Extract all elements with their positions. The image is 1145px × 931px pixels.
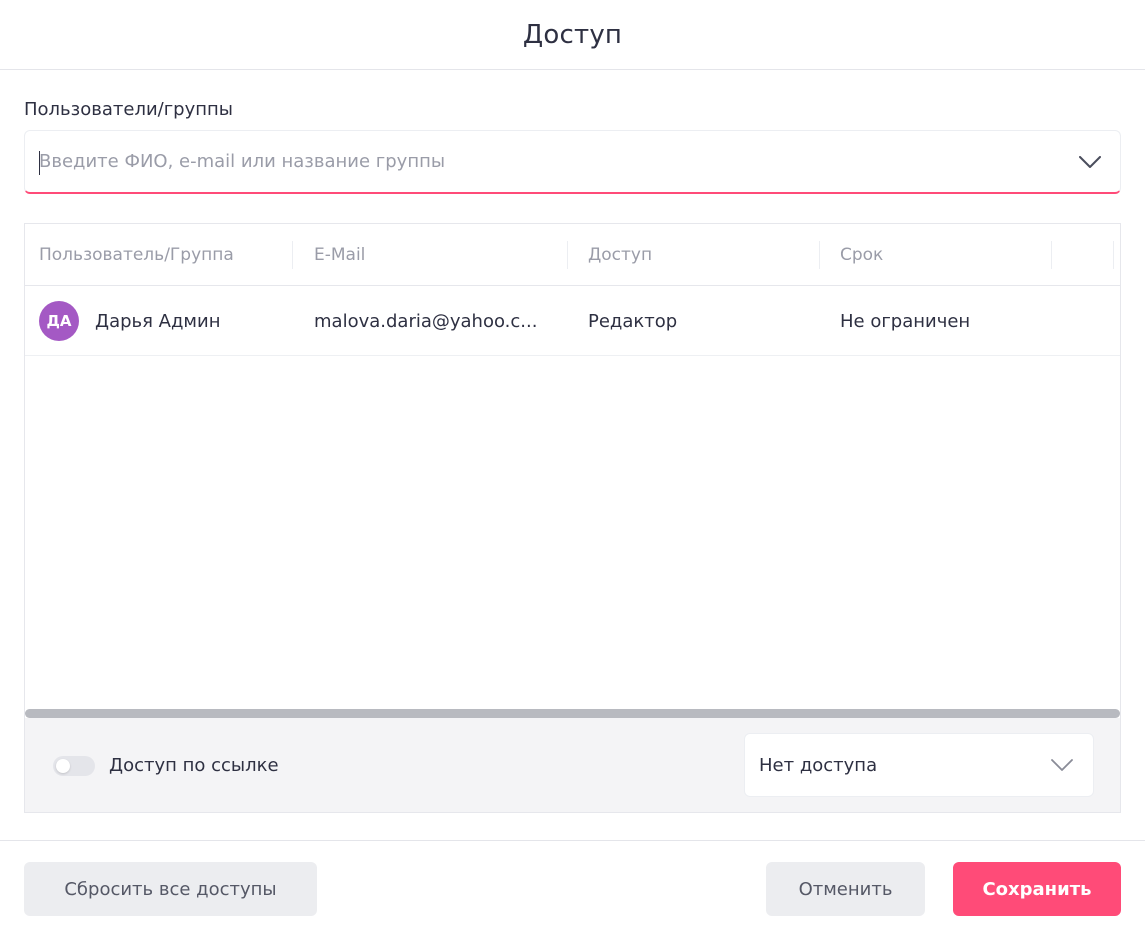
link-access-select[interactable]: Нет доступа [744,733,1094,797]
users-search-input[interactable] [25,131,1060,192]
table-header: Пользователь/Группа E-Mail Доступ Срок [25,224,1120,286]
column-divider[interactable] [1113,241,1114,269]
column-divider[interactable] [1051,241,1052,269]
column-header-term[interactable]: Срок [840,224,883,286]
users-field-label: Пользователи/группы [24,99,233,120]
link-access-label: Доступ по ссылке [109,754,279,776]
user-cell: ДА Дарья Админ [39,286,220,356]
users-search-combobox[interactable] [24,130,1121,194]
reset-all-access-button[interactable]: Сбросить все доступы [24,862,317,916]
access-table: Пользователь/Группа E-Mail Доступ Срок Д… [24,223,1121,813]
link-access-select-value: Нет доступа [759,754,878,776]
avatar: ДА [39,301,79,341]
table-row[interactable]: ДА Дарья Админ malova.daria@yahoo.c... Р… [25,286,1120,356]
term-cell[interactable]: Не ограничен [840,286,970,356]
column-header-access[interactable]: Доступ [588,224,652,286]
footer-divider [0,840,1145,841]
text-cursor [39,151,40,175]
chevron-down-icon[interactable] [1060,131,1120,192]
link-access-panel: Доступ по ссылке Нет доступа [25,718,1120,812]
email-cell: malova.daria@yahoo.c... [314,310,538,332]
cancel-button[interactable]: Отменить [766,862,925,916]
user-name: Дарья Админ [95,310,221,332]
column-header-user[interactable]: Пользователь/Группа [39,224,234,286]
chevron-down-icon [1051,756,1073,775]
access-dialog: Доступ Пользователи/группы Пользователь/… [0,0,1145,931]
horizontal-scrollbar[interactable] [25,709,1120,718]
column-header-email[interactable]: E-Mail [314,224,365,286]
column-divider[interactable] [567,241,568,269]
toggle-knob [56,759,70,773]
link-access-toggle[interactable] [53,756,95,776]
access-level-cell[interactable]: Редактор [588,286,677,356]
save-button[interactable]: Сохранить [953,862,1121,916]
column-divider[interactable] [819,241,820,269]
dialog-header: Доступ [0,0,1145,70]
dialog-title: Доступ [522,19,623,50]
column-divider[interactable] [292,241,293,269]
